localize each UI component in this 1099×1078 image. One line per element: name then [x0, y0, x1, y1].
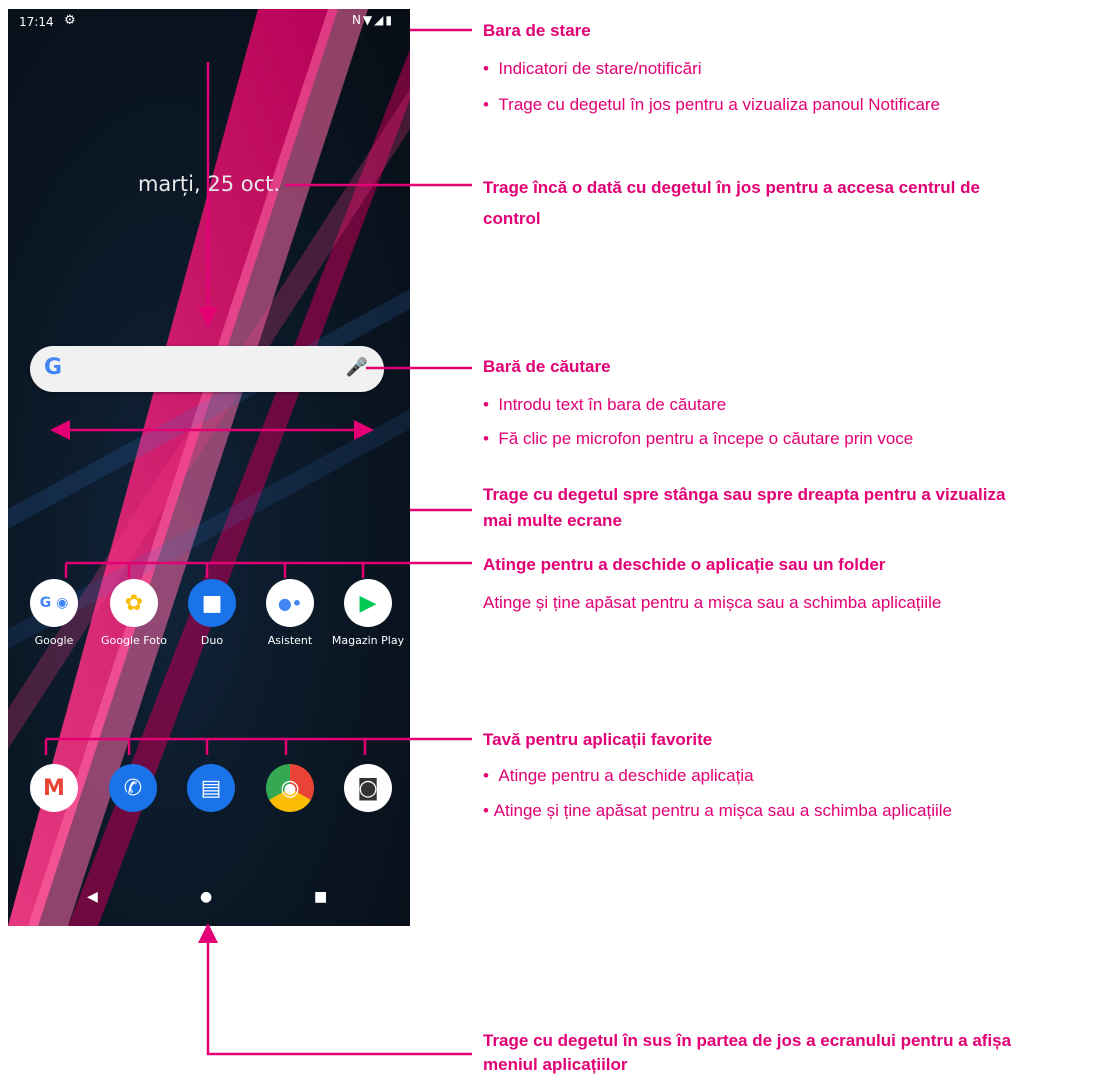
app-menu-line-2: meniul aplicațiilor	[483, 1055, 628, 1074]
nfc-icon: N	[351, 13, 363, 27]
date-widget[interactable]: marți, 25 oct.	[8, 172, 410, 196]
dock-phone[interactable]: ✆	[94, 764, 172, 812]
swipe-line-2: mai multe ecrane	[483, 511, 622, 530]
bullet-text: Fă clic pe microfon pentru a începe o că…	[498, 429, 914, 448]
app-menu-line-1: Trage cu degetul în sus în partea de jos…	[483, 1031, 1012, 1050]
bullet-item: • Indicatori de stare/notificări	[483, 56, 702, 82]
camera-icon: ◙	[344, 764, 392, 812]
phone-screen: 17:14 ⚙ N▼◢▮ marți, 25 oct. G 🎤 G ◉ Goog…	[8, 9, 410, 926]
app-asistent[interactable]: ●• Asistent	[251, 579, 329, 647]
bullet: •	[483, 801, 489, 820]
bullet-text: Introdu text în bara de căutare	[498, 395, 727, 414]
bullet-text: Indicatori de stare/notificări	[498, 59, 702, 78]
google-g-icon[interactable]: G	[44, 355, 62, 380]
app-google[interactable]: G ◉ Google	[15, 579, 93, 647]
back-icon[interactable]: ◀	[87, 889, 98, 905]
bullet: •	[483, 395, 489, 414]
app-magazin-play[interactable]: ▶ Magazin Play	[329, 579, 407, 647]
phone-icon: ✆	[109, 764, 157, 812]
app-google-foto[interactable]: ✿ Google Foto	[95, 579, 173, 647]
bullet-item: • Introdu text în bara de căutare	[483, 392, 726, 418]
status-icons: N▼◢▮	[352, 13, 394, 27]
navigation-bar: ◀ ● ■	[8, 889, 410, 926]
bullet: •	[483, 59, 489, 78]
control-center-line-1: Trage încă o dată cu degetul în jos pent…	[483, 178, 980, 197]
tap-app-title: Atinge pentru a deschide o aplicație sau…	[483, 555, 886, 574]
photos-icon: ✿	[110, 579, 158, 627]
home-icon[interactable]: ●	[200, 889, 212, 905]
assistant-icon: ●•	[266, 579, 314, 627]
gear-icon: ⚙	[64, 13, 76, 28]
bullet-text: Trage cu degetul în jos pentru a vizuali…	[498, 95, 941, 114]
bullet: •	[483, 95, 489, 114]
google-folder-icon: G ◉	[30, 579, 78, 627]
messages-icon: ▤	[187, 764, 235, 812]
app-label: Google Foto	[101, 634, 167, 647]
swipe-line-1: Trage cu degetul spre stânga sau spre dr…	[483, 485, 1006, 504]
favorites-tray-title: Tavă pentru aplicații favorite	[483, 730, 713, 749]
recents-icon[interactable]: ■	[314, 889, 327, 905]
dock-gmail[interactable]: M	[15, 764, 93, 812]
app-label: Duo	[200, 634, 224, 647]
dock-camera[interactable]: ◙	[329, 764, 407, 812]
status-bar-title: Bara de stare	[483, 21, 591, 40]
bullet-item: • Fă clic pe microfon pentru a începe o …	[483, 426, 913, 452]
play-store-icon: ▶	[344, 579, 392, 627]
search-bar[interactable]: G 🎤	[30, 346, 384, 392]
clock: 17:14	[19, 15, 54, 29]
signal-icon: ◢	[374, 13, 386, 27]
status-bar[interactable]: 17:14 ⚙ N▼◢▮	[8, 9, 410, 35]
control-center-line-2: control	[483, 209, 541, 228]
battery-icon: ▮	[385, 13, 394, 27]
app-duo[interactable]: ■ Duo	[173, 579, 251, 647]
bullet-item: • Trage cu degetul în jos pentru a vizua…	[483, 92, 940, 118]
bullet-text: Atinge pentru a deschide aplicația	[498, 766, 754, 785]
bullet: •	[483, 429, 489, 448]
dock-messages[interactable]: ▤	[172, 764, 250, 812]
bullet-item: • Atinge și ține apăsat pentru a mișca s…	[483, 798, 952, 824]
tap-app-subtitle: Atinge și ține apăsat pentru a mișca sau…	[483, 593, 942, 612]
microphone-icon[interactable]: 🎤	[346, 357, 368, 378]
app-label: Asistent	[267, 634, 313, 647]
app-label: Magazin Play	[331, 634, 405, 647]
bullet: •	[483, 766, 489, 785]
bullet-item: • Atinge pentru a deschide aplicația	[483, 763, 754, 789]
video-camera-icon: ■	[188, 579, 236, 627]
bullet-text: Atinge și ține apăsat pentru a mișca sau…	[493, 801, 952, 820]
wifi-icon: ▼	[362, 13, 375, 27]
dock-chrome[interactable]: ◉	[251, 764, 329, 812]
gmail-icon: M	[30, 764, 78, 812]
app-label: Google	[34, 634, 74, 647]
chrome-icon: ◉	[266, 764, 314, 812]
search-bar-title: Bară de căutare	[483, 357, 611, 376]
